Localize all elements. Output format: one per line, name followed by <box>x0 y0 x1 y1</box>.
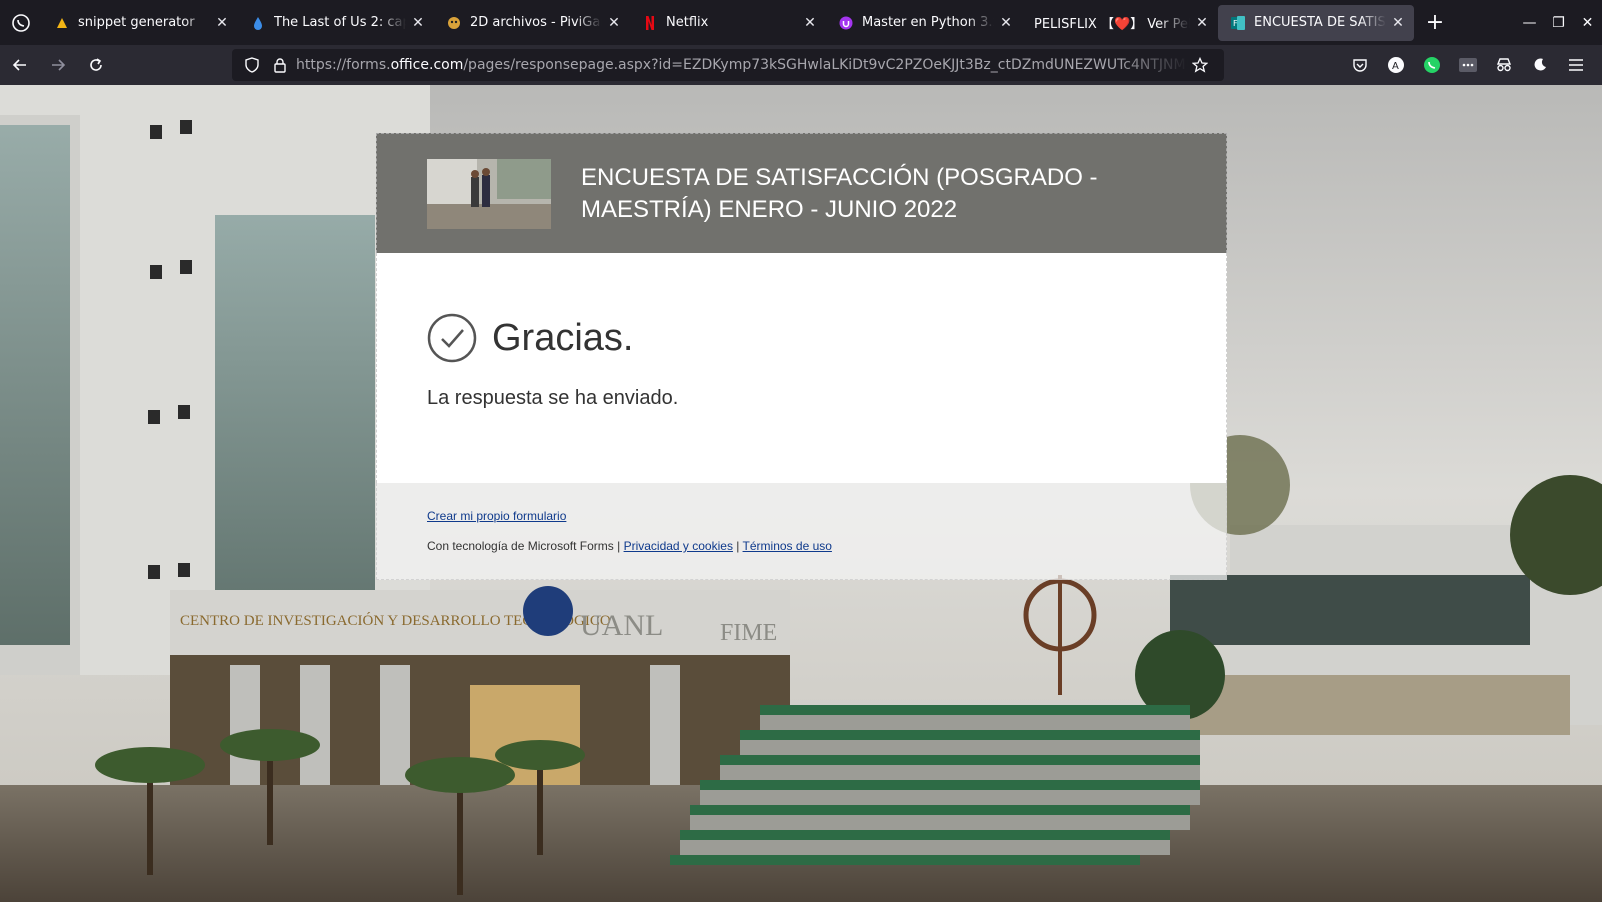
tracking-protection-shield-icon[interactable] <box>240 57 264 73</box>
reload-icon <box>90 58 102 71</box>
powered-by-text: Con tecnología de Microsoft Forms <box>427 539 614 553</box>
form-header-image <box>427 158 551 229</box>
tab-pelisflix[interactable]: PELISFLIX 【❤️】 Ver Películas ✕ <box>1022 5 1218 41</box>
bookmark-star-icon[interactable] <box>1188 57 1212 73</box>
page-viewport: CENTRO DE INVESTIGACIÓN Y DESARROLLO TEC… <box>0 85 1602 902</box>
snippet-favicon-icon <box>54 15 70 31</box>
form-header: ENCUESTA DE SATISFACCIÓN (POSGRADO - MAE… <box>376 133 1227 253</box>
close-tab-icon[interactable]: ✕ <box>214 15 230 31</box>
incognito-icon[interactable] <box>1486 49 1522 81</box>
dark-mode-extension-icon[interactable] <box>1522 49 1558 81</box>
restore-icon[interactable]: ❐ <box>1544 15 1573 31</box>
tab-title: snippet generator <box>78 15 195 30</box>
tab-master-python[interactable]: Master en Python 3.x ✕ <box>826 5 1022 41</box>
close-tab-icon[interactable]: ✕ <box>802 15 818 31</box>
navigation-toolbar: https://forms.office.com/pages/responsep… <box>0 45 1602 85</box>
reload-button[interactable] <box>78 49 114 81</box>
netflix-favicon-icon <box>642 15 658 31</box>
address-bar[interactable]: https://forms.office.com/pages/responsep… <box>232 49 1224 81</box>
droplet-favicon-icon <box>250 15 266 31</box>
window-controls: — ❐ ✕ <box>1515 0 1602 45</box>
account-avatar-icon[interactable]: A <box>1378 49 1414 81</box>
close-tab-icon[interactable]: ✕ <box>1194 15 1210 31</box>
tab-netflix[interactable]: Netflix ✕ <box>630 5 826 41</box>
toolbar-extensions: A <box>1342 49 1594 81</box>
back-arrow-icon <box>12 59 26 71</box>
url-path: /pages/responsepage.aspx?id=EZDKymp73kSG… <box>463 57 1188 73</box>
footer-separator: | <box>736 539 740 553</box>
response-sent-message: La respuesta se ha enviado. <box>427 387 679 409</box>
tab-title: The Last of Us 2: capítulo <box>274 15 406 30</box>
forward-button[interactable] <box>40 49 76 81</box>
fime-sign-text: FIME <box>720 620 777 646</box>
thanks-heading: Gracias. <box>492 316 634 359</box>
whatsapp-extension-icon[interactable] <box>1414 49 1450 81</box>
lock-icon[interactable] <box>268 57 292 73</box>
url-host: office.com <box>390 57 464 73</box>
whatsapp-pinned-button[interactable] <box>0 0 42 45</box>
form-title: ENCUESTA DE SATISFACCIÓN (POSGRADO - MAE… <box>581 163 1098 223</box>
footer-legal-line: Con tecnología de Microsoft Forms | Priv… <box>427 539 1176 553</box>
close-window-icon[interactable]: ✕ <box>1573 15 1602 31</box>
form-response-card: ENCUESTA DE SATISFACCIÓN (POSGRADO - MAE… <box>376 133 1227 580</box>
new-tab-button[interactable]: + <box>1418 6 1452 40</box>
tab-strip: snippet generator ✕ The Last of Us 2: ca… <box>0 0 1602 45</box>
tab-title: ENCUESTA DE SATISFACCIÓN <box>1254 15 1386 30</box>
form-confirmation-body: Gracias. La respuesta se ha enviado. <box>376 253 1227 483</box>
hamburger-menu-icon[interactable] <box>1558 49 1594 81</box>
tab-last-of-us[interactable]: The Last of Us 2: capítulo ✕ <box>238 5 434 41</box>
minimize-icon[interactable]: — <box>1515 15 1544 31</box>
svg-text:A: A <box>1392 61 1399 72</box>
tab-snippet-generator[interactable]: snippet generator ✕ <box>42 5 238 41</box>
tab-title: Netflix <box>666 15 709 30</box>
tab-pivigames[interactable]: 2D archivos - PiviGames ✕ <box>434 5 630 41</box>
close-tab-icon[interactable]: ✕ <box>1390 15 1406 31</box>
tab-title: PELISFLIX 【❤️】 Ver Películas <box>1034 17 1190 32</box>
terms-of-use-link[interactable]: Términos de uso <box>743 539 832 553</box>
footer-separator: | <box>617 539 621 553</box>
back-button[interactable] <box>2 49 38 81</box>
udemy-favicon-icon <box>838 15 854 31</box>
form-footer: Crear mi propio formulario Con tecnologí… <box>376 483 1227 580</box>
url-prefix: https://forms. <box>296 57 391 73</box>
forward-arrow-icon <box>52 59 66 71</box>
svg-text:F: F <box>1233 19 1238 28</box>
close-tab-icon[interactable]: ✕ <box>606 15 622 31</box>
url-text[interactable]: https://forms.office.com/pages/responsep… <box>296 57 1188 73</box>
close-tab-icon[interactable]: ✕ <box>410 15 426 31</box>
checkmark-circle-icon <box>427 313 477 363</box>
uanl-sign-text: UANL <box>580 609 663 642</box>
extension-dots-icon[interactable] <box>1450 49 1486 81</box>
pocket-icon[interactable] <box>1342 49 1378 81</box>
tab-title: 2D archivos - PiviGames <box>470 15 602 30</box>
close-tab-icon[interactable]: ✕ <box>998 15 1014 31</box>
tab-encuesta-active[interactable]: F ENCUESTA DE SATISFACCIÓN ✕ <box>1218 4 1414 41</box>
privacy-cookies-link[interactable]: Privacidad y cookies <box>624 539 733 553</box>
tab-title: Master en Python 3.x <box>862 15 994 30</box>
whatsapp-icon <box>12 13 30 32</box>
thanks-row: Gracias. <box>427 313 1176 363</box>
create-own-form-link[interactable]: Crear mi propio formulario <box>427 509 566 523</box>
pivigames-favicon-icon <box>446 15 462 31</box>
microsoft-forms-favicon-icon: F <box>1230 15 1246 31</box>
